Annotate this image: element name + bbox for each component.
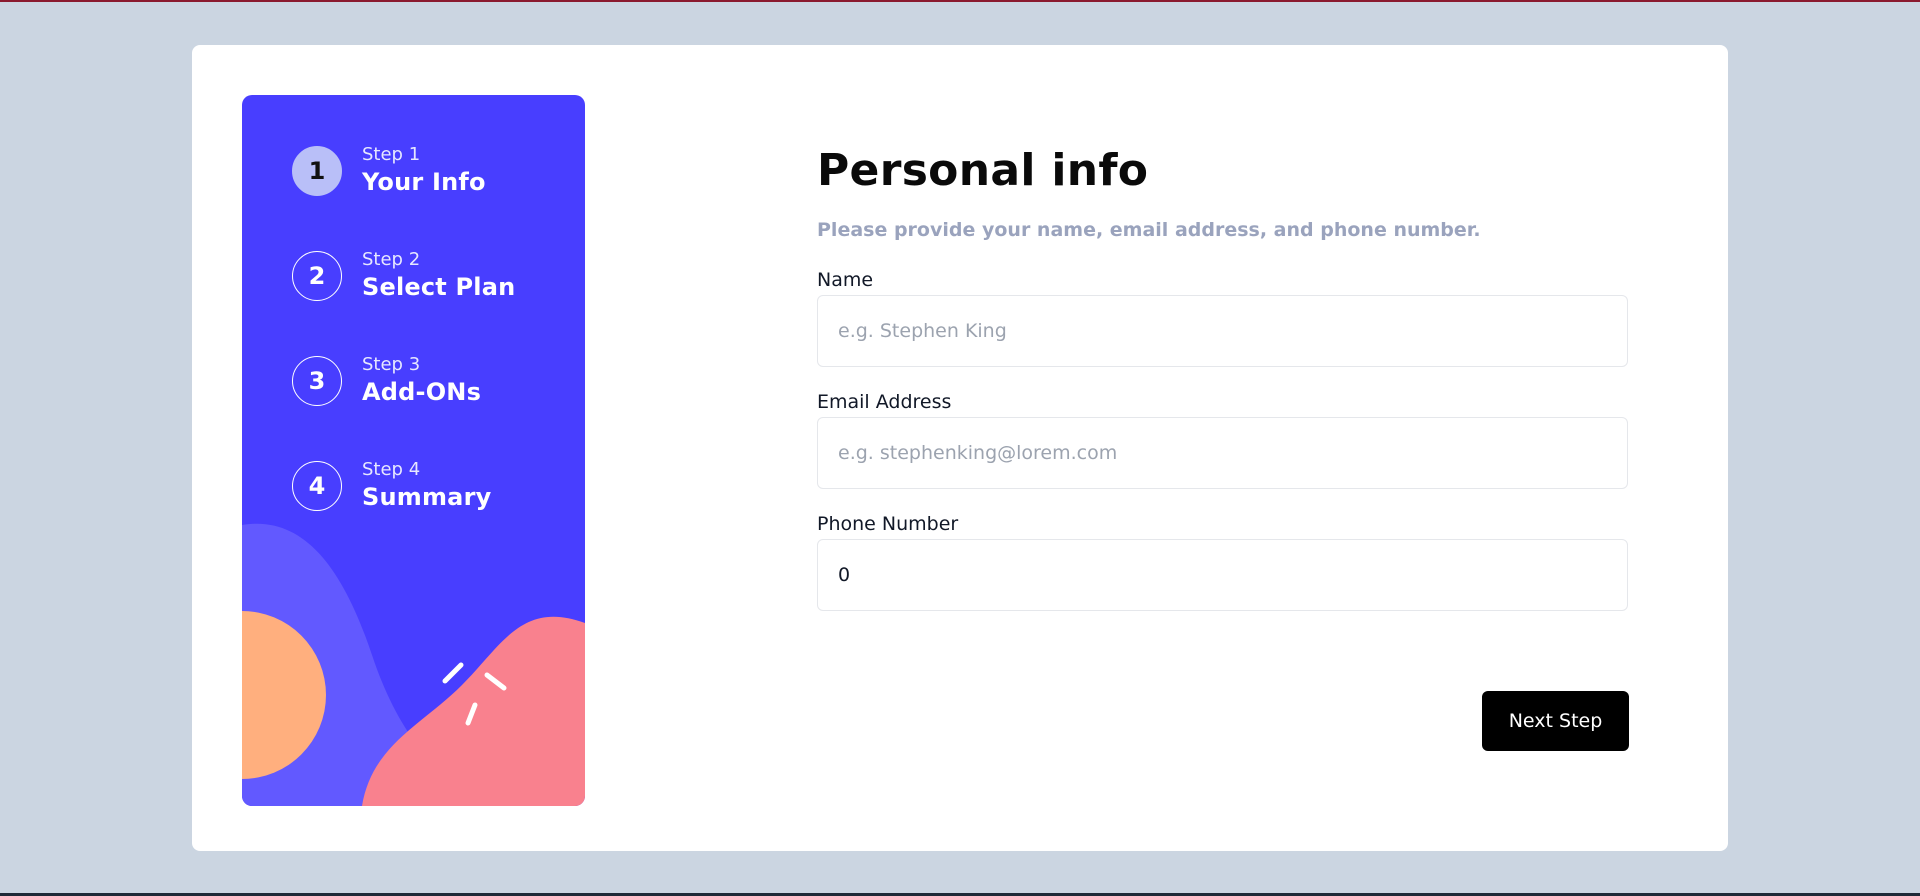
next-step-button[interactable]: Next Step bbox=[1482, 691, 1629, 751]
step-title: Add-ONs bbox=[362, 378, 482, 406]
name-label: Name bbox=[817, 269, 874, 291]
steps-sidebar: 1 Step 1 Your Info 2 Step 2 Select Plan … bbox=[242, 95, 585, 806]
top-border-line bbox=[0, 0, 1920, 2]
step-label: Step 1 bbox=[362, 144, 421, 165]
email-input[interactable] bbox=[817, 417, 1628, 489]
sidebar-decoration bbox=[242, 523, 585, 806]
name-input[interactable] bbox=[817, 295, 1628, 367]
step-number-badge: 3 bbox=[292, 356, 342, 406]
step-label: Step 2 bbox=[362, 249, 421, 270]
step-item-add-ons[interactable]: 3 Step 3 Add-ONs bbox=[292, 354, 552, 407]
step-number-badge: 1 bbox=[292, 146, 342, 196]
email-label: Email Address bbox=[817, 391, 952, 413]
step-item-summary[interactable]: 4 Step 4 Summary bbox=[292, 459, 552, 512]
page-title: Personal info bbox=[817, 145, 1149, 196]
step-title: Summary bbox=[362, 483, 492, 511]
phone-label: Phone Number bbox=[817, 513, 959, 535]
phone-input[interactable] bbox=[817, 539, 1628, 611]
step-title: Select Plan bbox=[362, 273, 516, 301]
step-number-badge: 2 bbox=[292, 251, 342, 301]
step-label: Step 3 bbox=[362, 354, 421, 375]
step-label: Step 4 bbox=[362, 459, 421, 480]
step-title: Your Info bbox=[362, 168, 486, 196]
form-card: 1 Step 1 Your Info 2 Step 2 Select Plan … bbox=[192, 45, 1728, 851]
step-item-your-info[interactable]: 1 Step 1 Your Info bbox=[292, 144, 552, 197]
step-item-select-plan[interactable]: 2 Step 2 Select Plan bbox=[292, 249, 552, 302]
sparkle-line bbox=[442, 662, 464, 684]
step-number-badge: 4 bbox=[292, 461, 342, 511]
page-subtitle: Please provide your name, email address,… bbox=[817, 219, 1481, 241]
